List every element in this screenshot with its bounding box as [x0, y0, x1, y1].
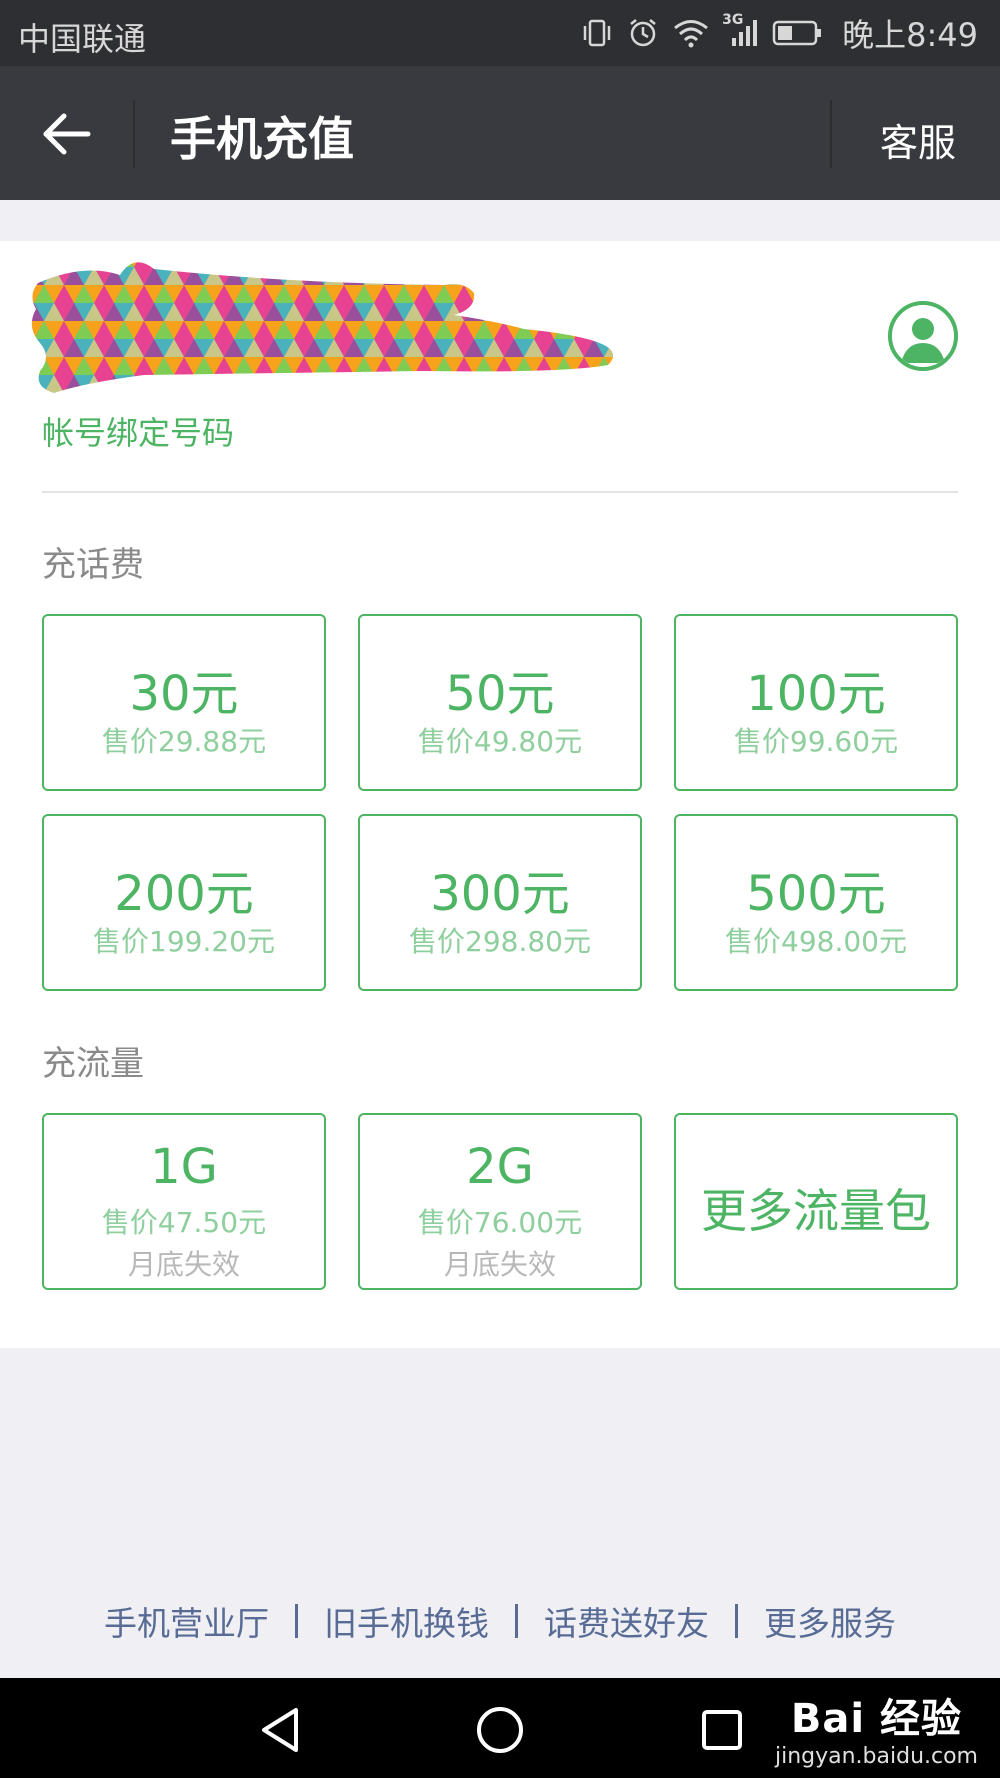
data-plan-title: 充流量 — [42, 1044, 144, 1084]
footer-link-mobile-hall[interactable]: 手机营业厅 — [78, 1597, 295, 1645]
credit-price: 售价29.88元 — [101, 725, 267, 758]
nav-divider — [133, 100, 135, 168]
system-home-icon[interactable] — [472, 1702, 528, 1758]
system-nav-bar: Bai 经验 jingyan.baidu.com — [0, 1678, 1000, 1778]
credit-price: 售价49.80元 — [417, 725, 583, 758]
credit-amount: 50元 — [445, 666, 555, 722]
nav-bar: 手机充值 客服 — [0, 66, 1000, 200]
alarm-icon — [626, 16, 660, 50]
credit-amount: 300元 — [430, 866, 570, 922]
status-icons: 3G 晚上8:49 — [580, 10, 978, 56]
credit-option-500[interactable]: 500元 售价498.00元 — [674, 814, 958, 991]
credit-price: 售价298.80元 — [409, 925, 591, 958]
credit-option-200[interactable]: 200元 售价199.20元 — [42, 814, 326, 991]
more-data-packs-label: 更多流量包 — [701, 1184, 931, 1238]
system-back-icon[interactable] — [254, 1702, 310, 1758]
recharge-card: 帐号绑定号码 充话费 30元 售价29.88元 50元 售价49.80元 100… — [0, 241, 1000, 1348]
data-expiry: 月底失效 — [127, 1248, 240, 1281]
credit-option-50[interactable]: 50元 售价49.80元 — [358, 614, 642, 791]
credit-option-30[interactable]: 30元 售价29.88元 — [42, 614, 326, 791]
data-price: 售价47.50元 — [101, 1206, 267, 1239]
data-amount: 1G — [150, 1139, 218, 1195]
back-arrow-icon[interactable] — [38, 104, 98, 164]
credit-amount: 500元 — [746, 866, 886, 922]
credit-price: 售价99.60元 — [733, 725, 899, 758]
more-data-packs-button[interactable]: 更多流量包 — [674, 1113, 958, 1290]
footer-links: 手机营业厅 旧手机换钱 话费送好友 更多服务 — [0, 1596, 1000, 1646]
data-amount: 2G — [466, 1139, 534, 1195]
carrier-label: 中国联通 — [18, 20, 147, 58]
credit-price: 售价498.00元 — [725, 925, 907, 958]
bound-number-label: 帐号绑定号码 — [42, 414, 235, 452]
data-option-2g[interactable]: 2G 售价76.00元 月底失效 — [358, 1113, 642, 1290]
customer-service-button[interactable]: 客服 — [880, 112, 956, 167]
credit-option-100[interactable]: 100元 售价99.60元 — [674, 614, 958, 791]
signal-icon: 3G — [722, 12, 760, 50]
battery-icon — [772, 18, 824, 48]
credit-amount: 30元 — [129, 666, 239, 722]
data-price: 售价76.00元 — [417, 1206, 583, 1239]
credit-amount: 200元 — [114, 866, 254, 922]
baidu-watermark: Bai 经验 jingyan.baidu.com — [775, 1686, 978, 1769]
wifi-icon — [672, 16, 710, 50]
footer-link-more-services[interactable]: 更多服务 — [738, 1597, 922, 1645]
credit-option-300[interactable]: 300元 售价298.80元 — [358, 814, 642, 991]
vibrate-icon — [580, 16, 614, 50]
section-divider — [42, 491, 958, 493]
avatar-icon[interactable] — [888, 301, 958, 371]
footer-link-trade-in[interactable]: 旧手机换钱 — [298, 1597, 515, 1645]
data-expiry: 月底失效 — [443, 1248, 556, 1281]
watermark-url: jingyan.baidu.com — [774, 1744, 978, 1769]
redaction-scribble — [31, 262, 614, 393]
nav-divider-right — [830, 100, 832, 168]
credit-amount: 100元 — [746, 666, 886, 722]
status-bar: 中国联通 3G 晚上8:49 — [0, 0, 1000, 66]
credit-price: 售价199.20元 — [93, 925, 275, 958]
footer-link-gift-credit[interactable]: 话费送好友 — [518, 1597, 735, 1645]
page-title: 手机充值 — [170, 112, 354, 166]
network-type-label: 3G — [722, 12, 744, 28]
clock-time: 晚上8:49 — [842, 16, 978, 54]
data-option-1g[interactable]: 1G 售价47.50元 月底失效 — [42, 1113, 326, 1290]
system-recents-icon[interactable] — [694, 1702, 750, 1758]
phone-credit-title: 充话费 — [42, 545, 144, 585]
watermark-main: Bai 经验 — [790, 1696, 963, 1742]
